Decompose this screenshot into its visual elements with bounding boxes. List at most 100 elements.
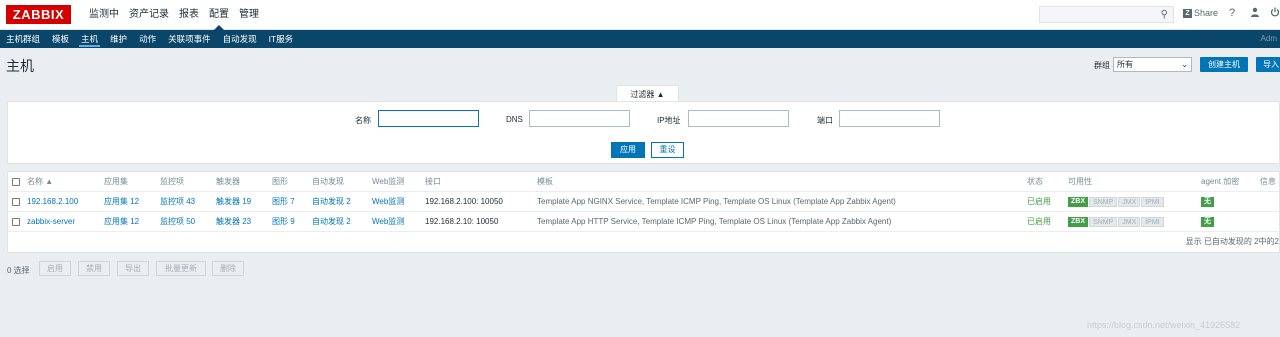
graphs-link[interactable]: 图形 9 bbox=[272, 212, 295, 232]
column-web: Web监测 bbox=[372, 177, 405, 186]
applications-link[interactable]: 应用集 12 bbox=[104, 212, 139, 232]
filter-ip-label: IP地址 bbox=[657, 116, 681, 125]
sub-menu-discovery[interactable]: 自动发现 bbox=[217, 30, 263, 48]
status-toggle[interactable]: 已启用 bbox=[1027, 212, 1051, 232]
filter-name-input[interactable] bbox=[378, 110, 479, 127]
user-profile-icon[interactable] bbox=[1250, 7, 1260, 20]
status-toggle[interactable]: 已启用 bbox=[1027, 192, 1051, 212]
menu-administration[interactable]: 管理 bbox=[234, 0, 264, 30]
group-select[interactable]: 所有 ⌄ bbox=[1113, 57, 1192, 72]
ipmi-badge: IPMI bbox=[1141, 216, 1164, 227]
triggers-link[interactable]: 触发器 19 bbox=[216, 192, 251, 212]
interface-value: 192.168.2.10: 10050 bbox=[425, 217, 499, 226]
group-label: 群组 bbox=[1094, 61, 1110, 70]
encryption-cell: 无 bbox=[1201, 212, 1215, 232]
share-link[interactable]: Z Share bbox=[1183, 8, 1218, 18]
discovery-link[interactable]: 自动发现 2 bbox=[312, 192, 351, 212]
sub-menu-correlation[interactable]: 关联项事件 bbox=[162, 30, 217, 48]
mass-export-button[interactable]: 导出 bbox=[117, 261, 149, 276]
menu-configuration[interactable]: 配置 bbox=[204, 0, 234, 30]
sub-menu-hosts[interactable]: 主机 bbox=[75, 30, 104, 48]
column-discovery: 自动发现 bbox=[312, 177, 344, 186]
applications-link[interactable]: 应用集 12 bbox=[104, 192, 139, 212]
filter-tab[interactable]: 过滤器 ▲ bbox=[616, 85, 679, 102]
main-menu: 监测中 资产记录 报表 配置 管理 bbox=[84, 0, 264, 30]
filter-port-input[interactable] bbox=[839, 110, 940, 127]
filter-ip-input[interactable] bbox=[688, 110, 789, 127]
search-icon[interactable]: ⚲ bbox=[1161, 9, 1168, 20]
discovery-link[interactable]: 自动发现 2 bbox=[312, 212, 351, 232]
column-items: 监控项 bbox=[160, 177, 184, 186]
column-info: 信息 bbox=[1260, 177, 1276, 186]
filter-reset-button[interactable]: 重设 bbox=[651, 142, 684, 158]
web-link[interactable]: Web监测 bbox=[372, 212, 404, 232]
zbx-badge: ZBX bbox=[1068, 196, 1088, 207]
table-row: zabbix-server 应用集 12 监控项 50 触发器 23 图形 9 … bbox=[8, 212, 1279, 232]
sub-menu-it-services[interactable]: IT服务 bbox=[263, 30, 300, 48]
interface-value: 192.168.2.100: 10050 bbox=[425, 197, 503, 206]
zabbix-logo[interactable]: ZABBIX bbox=[6, 5, 71, 24]
filter-dns-label: DNS bbox=[506, 115, 523, 124]
zbx-badge: ZBX bbox=[1068, 216, 1088, 227]
share-label: Share bbox=[1194, 8, 1219, 18]
create-host-button[interactable]: 创建主机 bbox=[1200, 57, 1248, 72]
table-footer: 显示 已自动发现的 2中的2 bbox=[8, 232, 1279, 252]
encryption-badge: 无 bbox=[1201, 216, 1214, 227]
ipmi-badge: IPMI bbox=[1141, 196, 1164, 207]
host-name-link[interactable]: 192.168.2.100 bbox=[27, 192, 78, 212]
items-link[interactable]: 监控项 43 bbox=[160, 192, 195, 212]
sub-menu: 主机群组 模板 主机 维护 动作 关联项事件 自动发现 IT服务 Adm bbox=[0, 30, 1280, 48]
column-status: 状态 bbox=[1027, 177, 1043, 186]
triggers-link[interactable]: 触发器 23 bbox=[216, 212, 251, 232]
mass-delete-button[interactable]: 删除 bbox=[212, 261, 244, 276]
column-interface: 接口 bbox=[425, 177, 441, 186]
share-icon: Z bbox=[1183, 8, 1192, 18]
column-name-sort[interactable]: 名称 ▲ bbox=[27, 172, 53, 192]
mass-enable-button[interactable]: 启用 bbox=[39, 261, 71, 276]
sub-menu-actions[interactable]: 动作 bbox=[133, 30, 162, 48]
templates-list[interactable]: Template App HTTP Service, Template ICMP… bbox=[537, 212, 891, 232]
row-checkbox[interactable] bbox=[12, 218, 20, 226]
availability-badges: ZBX SNMP JMX IPMI bbox=[1068, 212, 1165, 232]
filter-apply-button[interactable]: 应用 bbox=[611, 142, 645, 158]
column-triggers: 触发器 bbox=[216, 177, 240, 186]
host-name-link[interactable]: zabbix-server bbox=[27, 212, 75, 232]
sub-menu-templates[interactable]: 模板 bbox=[46, 30, 75, 48]
top-bar: ZABBIX 监测中 资产记录 报表 配置 管理 ⚲ Z Share ? bbox=[0, 0, 1280, 30]
column-encryption: agent 加密 bbox=[1201, 177, 1240, 186]
jmx-badge: JMX bbox=[1118, 216, 1141, 227]
selected-count: 0 选择 bbox=[7, 266, 30, 275]
column-applications: 应用集 bbox=[104, 177, 128, 186]
table-header: 名称 ▲ 应用集 监控项 触发器 图形 自动发现 Web监测 接口 模板 状态 … bbox=[8, 172, 1279, 192]
encryption-badge: 无 bbox=[1201, 196, 1214, 207]
filter-port-label: 端口 bbox=[817, 116, 833, 125]
table-count: 显示 已自动发现的 2中的2 bbox=[1185, 237, 1279, 246]
hosts-table: 名称 ▲ 应用集 监控项 触发器 图形 自动发现 Web监测 接口 模板 状态 … bbox=[7, 171, 1280, 253]
availability-badges: ZBX SNMP JMX IPMI bbox=[1068, 192, 1165, 212]
web-link[interactable]: Web监测 bbox=[372, 192, 404, 212]
search-input[interactable]: ⚲ bbox=[1039, 6, 1174, 23]
jmx-badge: JMX bbox=[1118, 196, 1141, 207]
row-checkbox[interactable] bbox=[12, 198, 20, 206]
graphs-link[interactable]: 图形 7 bbox=[272, 192, 295, 212]
sign-out-icon[interactable] bbox=[1270, 7, 1280, 20]
snmp-badge: SNMP bbox=[1089, 196, 1118, 207]
sub-menu-host-groups[interactable]: 主机群组 bbox=[0, 30, 46, 48]
menu-monitoring[interactable]: 监测中 bbox=[84, 0, 124, 30]
column-templates: 模板 bbox=[537, 177, 553, 186]
column-availability: 可用性 bbox=[1068, 177, 1092, 186]
items-link[interactable]: 监控项 50 bbox=[160, 212, 195, 232]
import-button[interactable]: 导入 bbox=[1256, 57, 1280, 72]
help-icon[interactable]: ? bbox=[1229, 7, 1235, 19]
select-all-checkbox[interactable] bbox=[12, 178, 20, 186]
menu-reports[interactable]: 报表 bbox=[174, 0, 204, 30]
user-name: Adm bbox=[1260, 34, 1277, 43]
menu-inventory[interactable]: 资产记录 bbox=[124, 0, 174, 30]
mass-disable-button[interactable]: 禁用 bbox=[78, 261, 110, 276]
page-title: 主机 bbox=[6, 58, 34, 74]
mass-update-button[interactable]: 批量更新 bbox=[156, 261, 206, 276]
templates-list[interactable]: Template App NGINX Service, Template ICM… bbox=[537, 192, 896, 212]
filter-dns-input[interactable] bbox=[529, 110, 630, 127]
sub-menu-maintenance[interactable]: 维护 bbox=[104, 30, 133, 48]
chevron-down-icon: ⌄ bbox=[1181, 60, 1188, 69]
